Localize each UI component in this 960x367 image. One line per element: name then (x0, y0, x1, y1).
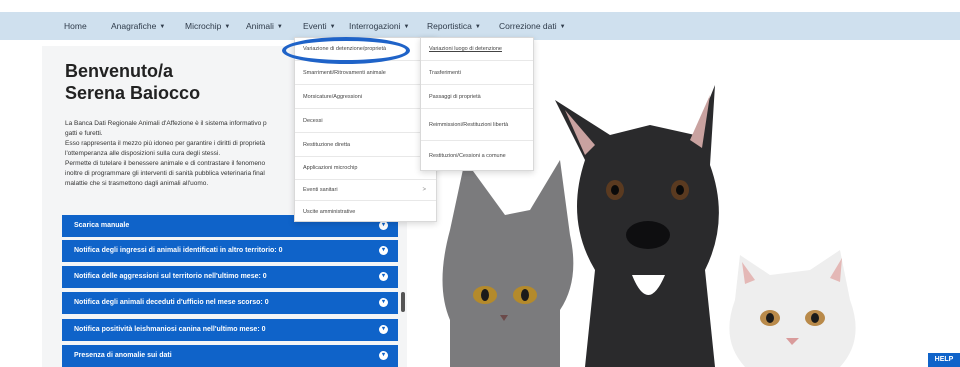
description-line: Permette di tutelare il benessere animal… (65, 160, 266, 167)
menu-item-applicazioni-microchip[interactable]: Applicazioni microchip (295, 157, 436, 180)
notification-deceased-bar[interactable]: Notifica degli animali deceduti d'uffici… (62, 292, 398, 314)
nav-item-home[interactable]: Home (64, 12, 87, 40)
top-navigation: Home Anagrafiche ▼ Microchip ▼ Animali ▼ Ev… (0, 12, 960, 40)
nav-item-correzione-dati[interactable]: Correzione dati ▼ (499, 12, 566, 40)
description-line: Esso rappresenta il mezzo più idoneo per… (65, 140, 266, 147)
menu-item-restituzione-diretta[interactable]: Restituzione diretta (295, 133, 436, 157)
chevron-down-icon: ▼ (276, 24, 283, 30)
help-label: HELP (934, 356, 954, 363)
scrollbar[interactable] (401, 292, 405, 312)
chevron-down-icon: ▼ (559, 24, 566, 30)
chevron-down-icon: ▾ (379, 221, 388, 230)
submenu-item-passaggi-proprieta[interactable]: Passaggi di proprietà (421, 85, 533, 109)
notification-leishmaniosis-bar[interactable]: Notifica positività leishmaniosi canina … (62, 319, 398, 341)
description-line: La Banca Dati Regionale Animali d'Affezi… (65, 120, 267, 127)
help-button[interactable]: HELP (928, 353, 960, 367)
nav-item-interrogazioni[interactable]: Interrogazioni ▼ (349, 12, 409, 40)
menu-item-label: Applicazioni microchip (303, 165, 358, 171)
nav-label: Anagrafiche (111, 21, 157, 31)
menu-item-label: Eventi sanitari (303, 187, 338, 193)
nav-label: Home (64, 21, 87, 31)
menu-item-label: Passaggi di proprietà (429, 93, 481, 100)
menu-item-label: Restituzioni/Cessioni a comune (429, 153, 506, 159)
chevron-down-icon: ▾ (379, 246, 388, 255)
menu-item-decessi[interactable]: Decessi (295, 109, 436, 133)
description-line: inoltre di programmare gli interventi di… (65, 170, 265, 177)
chevron-down-icon: ▼ (403, 24, 410, 30)
system-description: La Banca Dati Regionale Animali d'Affezi… (65, 119, 305, 189)
nav-item-eventi[interactable]: Eventi ▼ (303, 12, 336, 40)
description-line: gatti e furetti. (65, 130, 103, 137)
description-line: l'ottemperanza alle disposizioni sulla c… (65, 150, 221, 157)
bulldog-image (555, 85, 719, 367)
submenu-item-reimmissioni[interactable]: Reimmissioni/Restituzioni libertà (421, 109, 533, 141)
notification-aggressions-bar[interactable]: Notifica delle aggressioni sul territori… (62, 266, 398, 288)
nav-label: Reportistica (427, 21, 472, 31)
notification-incoming-animals-bar[interactable]: Notifica degli ingressi di animali ident… (62, 240, 398, 262)
menu-item-label: Trasferimenti (429, 69, 461, 76)
bar-label: Scarica manuale (74, 222, 130, 229)
chevron-down-icon: ▾ (379, 325, 388, 334)
bar-label: Notifica degli animali deceduti d'uffici… (74, 299, 269, 306)
nav-label: Eventi (303, 21, 327, 31)
variazione-submenu: Variazioni luogo di detenzione Trasferim… (420, 37, 534, 171)
menu-item-label: Variazioni luogo di detenzione (429, 46, 502, 52)
white-persian-cat-image (729, 250, 856, 367)
data-anomalies-bar[interactable]: Presenza di anomalie sui dati ▾ (62, 345, 398, 367)
highlight-annotation (282, 37, 410, 64)
chevron-down-icon: ▼ (329, 24, 336, 30)
menu-item-label: Morsicature/Aggressioni (303, 93, 362, 100)
menu-item-smarrimenti[interactable]: Smarrimenti/Ritrovamenti animale (295, 61, 436, 85)
bar-label: Notifica delle aggressioni sul territori… (74, 273, 267, 280)
nav-item-anagrafiche[interactable]: Anagrafiche ▼ (111, 12, 165, 40)
nav-label: Microchip (185, 21, 222, 31)
gray-kitten-image (442, 160, 574, 367)
chevron-down-icon: ▼ (159, 24, 166, 30)
nav-label: Animali (246, 21, 274, 31)
description-line: malattie che si trasmettono dagli animal… (65, 180, 209, 187)
menu-item-eventi-sanitari[interactable]: Eventi sanitari > (295, 180, 436, 201)
bar-label: Notifica degli ingressi di animali ident… (74, 247, 283, 254)
welcome-heading: Benvenuto/a Serena Baiocco (65, 60, 200, 104)
menu-item-uscite-amministrative[interactable]: Uscite amministrative (295, 201, 436, 222)
bar-label: Presenza di anomalie sui dati (74, 352, 172, 359)
chevron-down-icon: ▾ (379, 351, 388, 360)
menu-item-label: Reimmissioni/Restituzioni libertà (429, 121, 509, 128)
menu-item-label: Restituzione diretta (303, 141, 351, 148)
menu-item-label: Decessi (303, 117, 323, 124)
user-name: Serena Baiocco (65, 83, 201, 103)
chevron-down-icon: ▾ (379, 272, 388, 281)
menu-item-label: Smarrimenti/Ritrovamenti animale (303, 69, 386, 76)
chevron-down-icon: ▼ (224, 24, 231, 30)
menu-item-label: Uscite amministrative (303, 208, 356, 215)
nav-item-microchip[interactable]: Microchip ▼ (185, 12, 230, 40)
bar-label: Notifica positività leishmaniosi canina … (74, 326, 266, 333)
welcome-greeting: Benvenuto/a (65, 61, 174, 81)
chevron-down-icon: ▾ (379, 298, 388, 307)
submenu-item-restituzioni-cessioni[interactable]: Restituzioni/Cessioni a comune (421, 141, 533, 171)
eventi-dropdown-menu: Variazione di detenzione/proprietà Smarr… (294, 37, 437, 222)
nav-label: Correzione dati (499, 21, 557, 31)
chevron-down-icon: ▼ (474, 24, 481, 30)
submenu-item-trasferimenti[interactable]: Trasferimenti (421, 61, 533, 85)
menu-item-morsicature[interactable]: Morsicature/Aggressioni (295, 85, 436, 109)
nav-item-reportistica[interactable]: Reportistica ▼ (427, 12, 481, 40)
submenu-item-variazioni-luogo[interactable]: Variazioni luogo di detenzione (421, 38, 533, 61)
nav-item-animali[interactable]: Animali ▼ (246, 12, 283, 40)
nav-label: Interrogazioni (349, 21, 401, 31)
chevron-right-icon: > (422, 187, 426, 193)
